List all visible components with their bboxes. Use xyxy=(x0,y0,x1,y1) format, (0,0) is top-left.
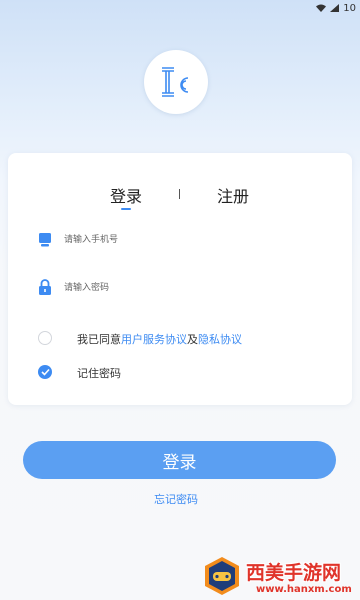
status-bar: 10 xyxy=(0,0,360,16)
tab-login[interactable]: 登录 xyxy=(110,183,142,207)
battery-text: 10 xyxy=(343,2,356,14)
wifi-icon xyxy=(316,4,327,12)
remember-password-label: 记住密码 xyxy=(77,367,121,380)
phone-icon xyxy=(38,232,52,252)
agreement-checkbox[interactable] xyxy=(38,331,52,345)
app-logo-icon xyxy=(162,67,189,97)
tab-register[interactable]: 注册 xyxy=(217,183,249,207)
agreement-connector: 及 xyxy=(187,333,198,346)
privacy-policy-link[interactable]: 隐私协议 xyxy=(198,333,242,346)
watermark: 西美手游网 www.hanxm.com xyxy=(200,552,360,600)
forgot-password-link[interactable]: 忘记密码 xyxy=(154,491,198,507)
agreement-prefix: 我已同意 xyxy=(77,333,121,346)
login-button[interactable]: 登录 xyxy=(23,441,336,479)
remember-password-checkbox[interactable] xyxy=(38,365,52,379)
lock-icon xyxy=(38,279,52,300)
watermark-logo-icon xyxy=(205,557,239,595)
watermark-url: www.hanxm.com xyxy=(256,584,352,595)
phone-input[interactable] xyxy=(64,230,314,250)
app-logo xyxy=(144,50,208,114)
password-input[interactable] xyxy=(64,278,314,298)
tab-divider xyxy=(179,189,180,199)
checkmark-icon xyxy=(40,368,50,376)
agreement-text: 我已同意用户服务协议及隐私协议 xyxy=(77,331,242,347)
signal-icon xyxy=(330,4,340,12)
tab-active-indicator xyxy=(121,208,131,210)
watermark-name: 西美手游网 xyxy=(246,562,342,584)
user-agreement-link[interactable]: 用户服务协议 xyxy=(121,333,187,346)
